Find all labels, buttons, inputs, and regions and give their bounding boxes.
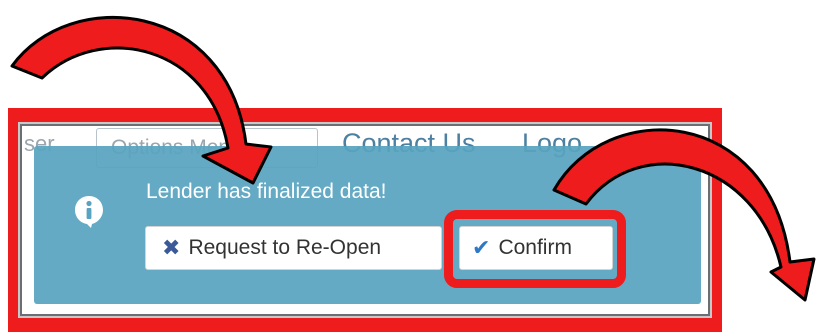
curved-arrow-icon	[10, 15, 273, 185]
curved-arrow-icon	[552, 128, 816, 302]
annotation-arrows	[10, 15, 816, 302]
